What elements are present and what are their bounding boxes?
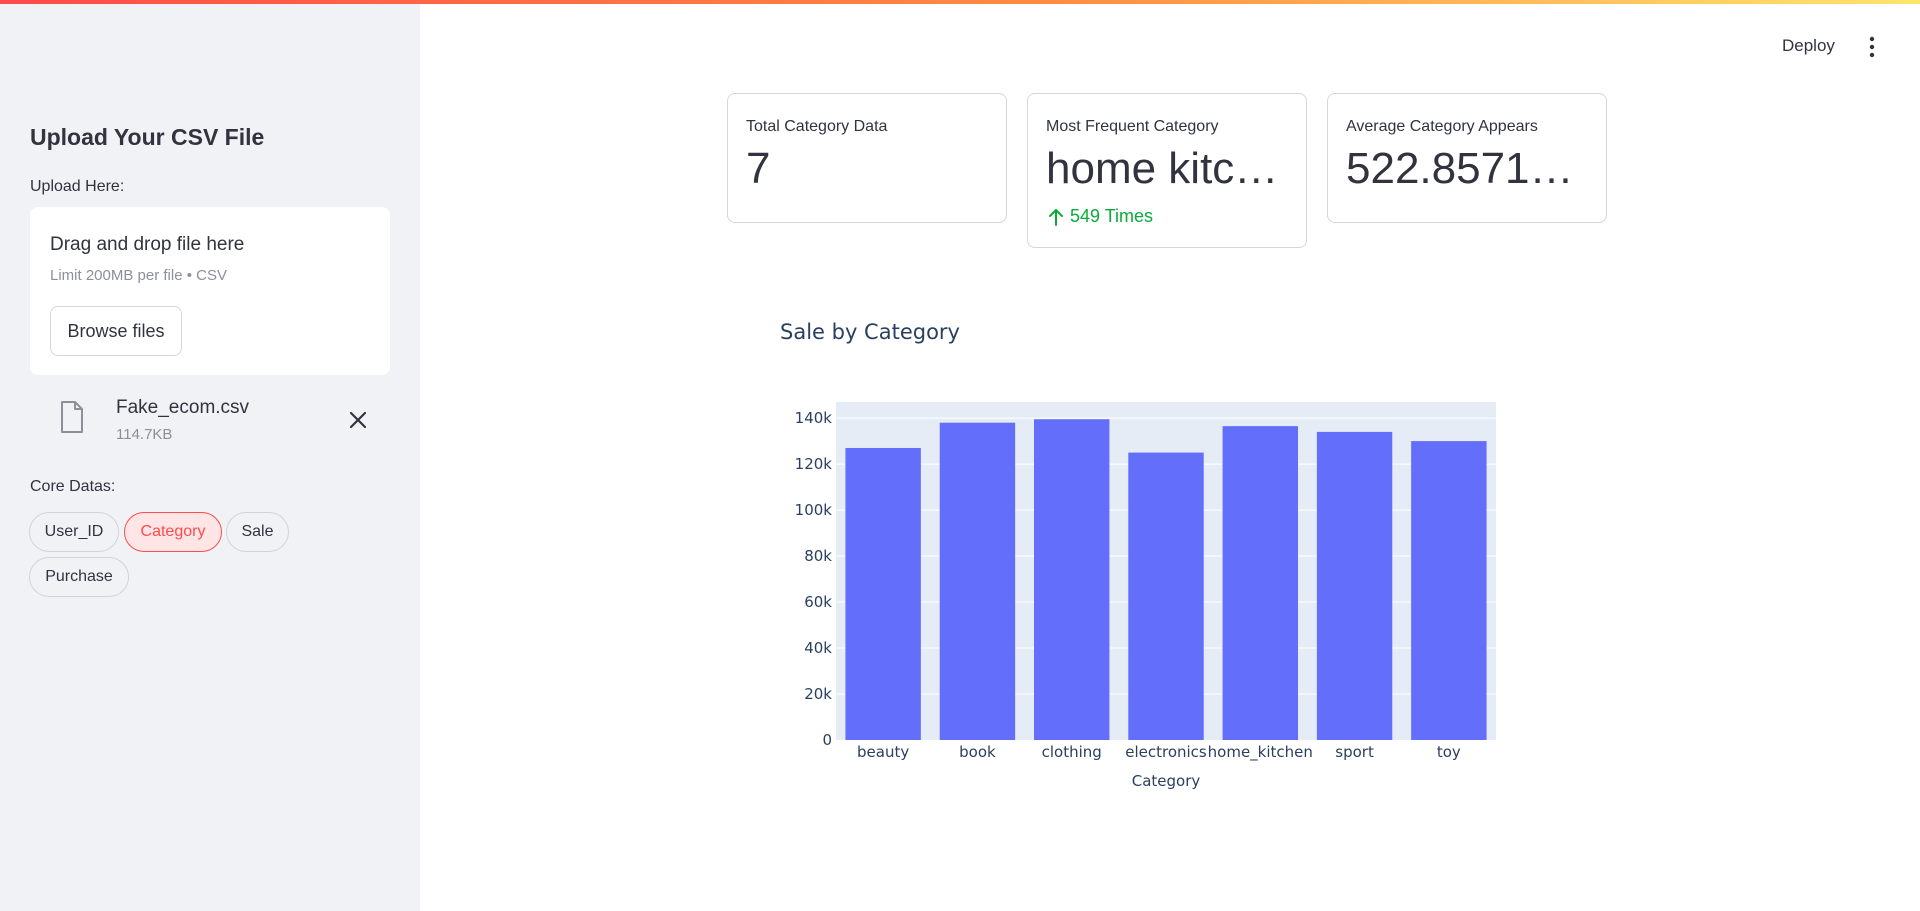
metric-card-average: Average Category Appears 522.85714… — [1327, 93, 1607, 223]
file-icon — [61, 401, 83, 433]
metric-card-frequent: Most Frequent Category home kitc… 549 Ti… — [1027, 93, 1307, 248]
metric-value: 522.85714… — [1346, 144, 1596, 193]
uploaded-file: Fake_ecom.csv 114.7KB — [30, 392, 390, 452]
bar — [1316, 431, 1393, 740]
more-menu-icon[interactable] — [1862, 36, 1882, 58]
x-tick-label: toy — [1437, 743, 1461, 761]
dropzone-limit-text: Limit 200MB per file • CSV — [50, 267, 227, 284]
metric-label: Total Category Data — [746, 118, 888, 135]
x-tick-label: clothing — [1042, 743, 1102, 761]
pill-category[interactable]: Category — [124, 512, 222, 552]
metric-card-total: Total Category Data 7 — [727, 93, 1007, 223]
y-tick-label: 0 — [822, 731, 832, 749]
core-datas-label: Core Datas: — [30, 478, 116, 495]
bar — [845, 447, 921, 740]
browse-files-button[interactable]: Browse files — [50, 306, 182, 356]
bar — [1222, 426, 1298, 740]
pill-sale[interactable]: Sale — [226, 512, 289, 552]
x-tick-label: home_kitchen — [1208, 743, 1313, 762]
x-tick-label: electronics — [1125, 743, 1207, 761]
bar — [1034, 419, 1110, 740]
y-tick-label: 140k — [795, 409, 833, 427]
bar-chart: 0 20k 40k 60k 80k 100k 120k 140k beauty book cloth… — [795, 402, 1496, 790]
bar — [1128, 452, 1204, 740]
y-tick-label: 60k — [804, 593, 832, 611]
deploy-button[interactable]: Deploy — [1782, 36, 1835, 56]
arrow-up-icon — [1049, 208, 1063, 226]
pill-user-id[interactable]: User_ID — [29, 512, 119, 552]
x-tick-label: sport — [1335, 743, 1374, 761]
bar — [939, 422, 1016, 740]
file-dropzone[interactable]: Drag and drop file here Limit 200MB per … — [30, 207, 390, 375]
x-tick-label: beauty — [857, 743, 909, 761]
metric-delta: 549 Times — [1048, 206, 1153, 227]
pill-purchase[interactable]: Purchase — [29, 557, 129, 597]
sidebar: Upload Your CSV File Upload Here: Drag a… — [0, 4, 420, 911]
y-tick-label: 40k — [804, 639, 832, 657]
metric-delta-text: 549 Times — [1070, 206, 1154, 226]
metric-label: Most Frequent Category — [1046, 118, 1219, 135]
x-axis-title: Category — [1132, 772, 1201, 790]
y-tick-label: 100k — [795, 501, 833, 519]
sidebar-title: Upload Your CSV File — [30, 124, 265, 150]
y-tick-label: 120k — [795, 455, 833, 473]
y-tick-label: 80k — [804, 547, 832, 565]
x-tick-label: book — [959, 743, 996, 761]
file-name: Fake_ecom.csv — [116, 397, 250, 418]
metric-label: Average Category Appears — [1346, 118, 1538, 135]
metric-value: home kitc… — [1046, 144, 1279, 193]
y-tick-label: 20k — [804, 685, 832, 703]
metric-value: 7 — [746, 144, 771, 193]
dropzone-text: Drag and drop file here — [50, 234, 245, 255]
upload-label: Upload Here: — [30, 178, 125, 195]
file-size: 114.7KB — [116, 426, 173, 443]
chart-title: Sale by Category — [780, 320, 960, 344]
close-icon[interactable] — [346, 408, 370, 432]
bar — [1411, 441, 1487, 740]
